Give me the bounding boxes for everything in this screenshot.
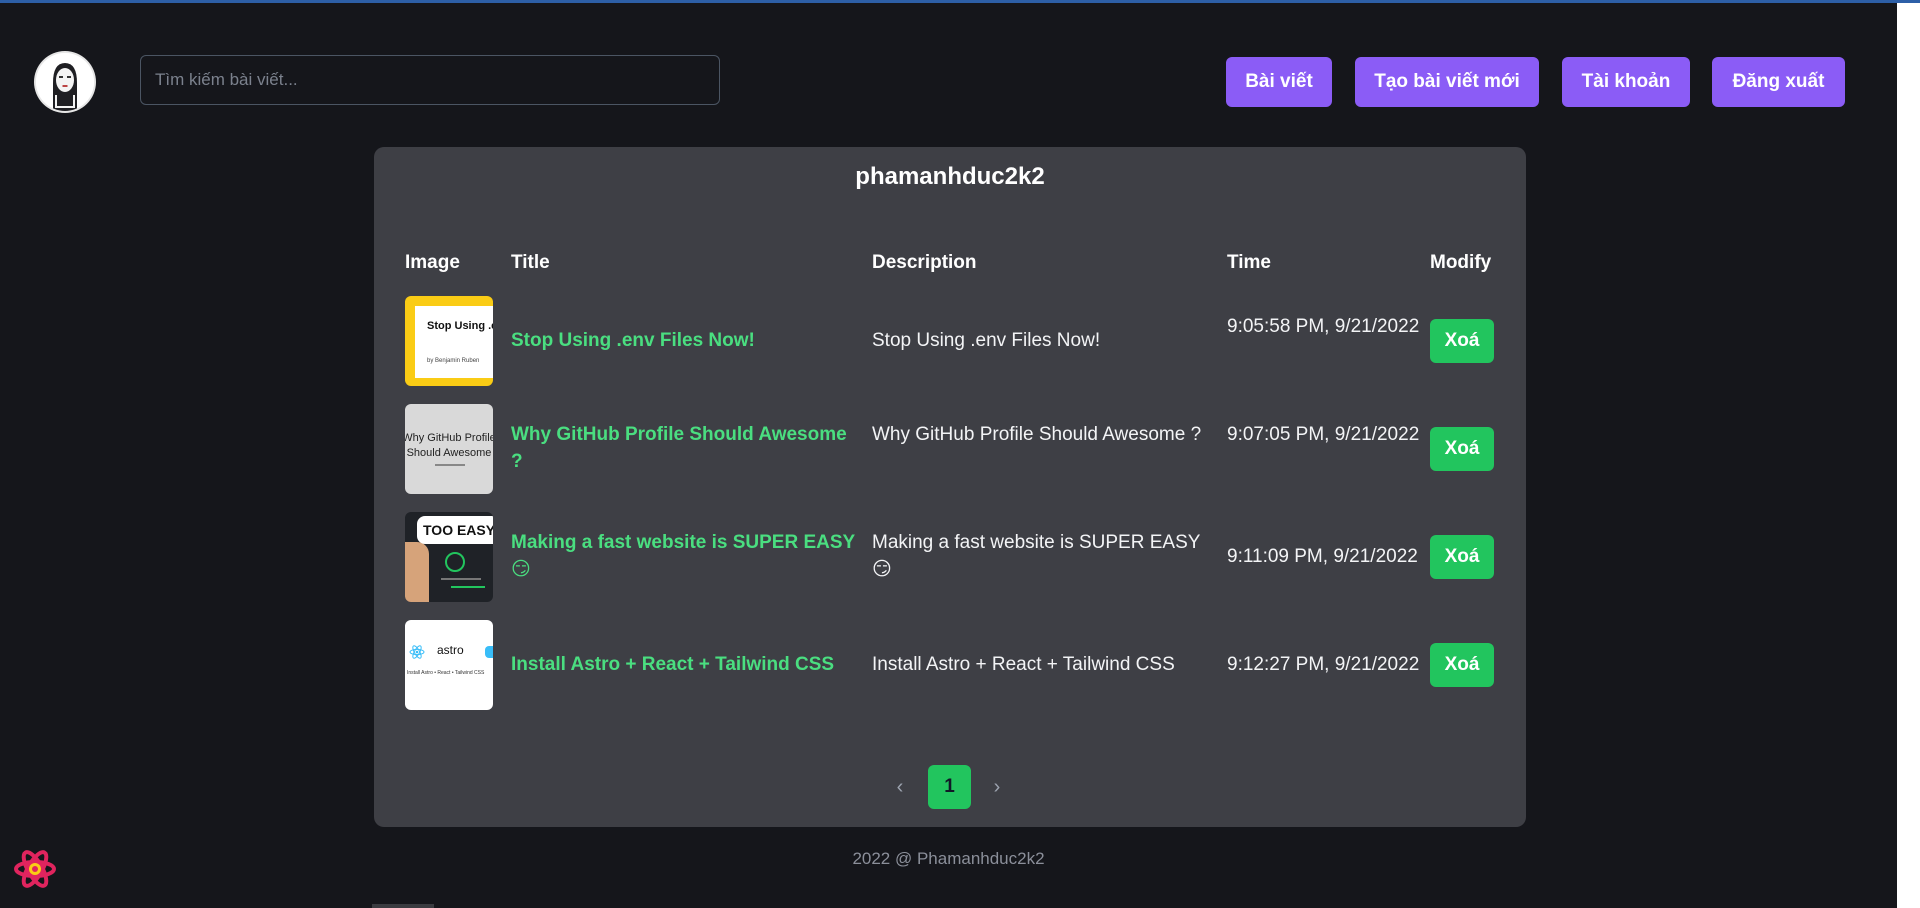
post-description: Making a fast website is SUPER EASY 😏 (872, 532, 1201, 580)
table-row: Stop Using .env Files Now! by Benjamin R… (374, 296, 1526, 386)
delete-button[interactable]: Xoá (1430, 535, 1494, 579)
thumbnail-tailwind-mark (485, 646, 493, 658)
search-input[interactable] (140, 55, 720, 105)
post-time: 9:05:58 PM, 9/21/2022 (1227, 316, 1420, 337)
table-row: astro Install Astro • React • Tailwind C… (374, 620, 1526, 710)
delete-button[interactable]: Xoá (1430, 643, 1494, 687)
thumbnail-text: astro (437, 643, 464, 657)
avatar-image (36, 53, 94, 111)
column-header-description: Description (872, 252, 977, 273)
thumbnail-subtext: Install Astro • React • Tailwind CSS (407, 670, 485, 676)
bottom-scroll-indicator (372, 904, 434, 908)
post-description: Stop Using .env Files Now! (872, 330, 1101, 351)
post-thumbnail[interactable]: TOO EASY (405, 512, 493, 602)
thumbnail-line (451, 586, 485, 588)
thumbnail-text: Why GitHub Profile Should Awesome (405, 432, 493, 459)
delete-button[interactable]: Xoá (1430, 427, 1494, 471)
posts-card: phamanhduc2k2 Image Title Description Ti… (374, 147, 1526, 827)
post-time: 9:11:09 PM, 9/21/2022 (1227, 546, 1418, 567)
create-post-button[interactable]: Tạo bài viết mới (1355, 57, 1539, 107)
thumbnail-card: Stop Using .env Files Now! by Benjamin R… (415, 306, 493, 378)
footer-text: 2022 @ Phamanhduc2k2 (852, 849, 1045, 868)
post-time: 9:07:05 PM, 9/21/2022 (1227, 424, 1420, 445)
scrollbar-track[interactable] (1897, 3, 1920, 908)
table-row: TOO EASY Making a fast website is SUPER … (374, 512, 1526, 602)
thumbnail-text: Stop Using .env Files Now! (427, 320, 493, 332)
post-title-link[interactable]: Making a fast website is SUPER EASY 😏 (511, 529, 856, 583)
thumbnail-subtext: by Benjamin Ruben (427, 358, 480, 364)
page-number-current[interactable]: 1 (928, 765, 971, 809)
react-logo-icon (409, 645, 425, 659)
next-page-icon[interactable]: › (985, 775, 1009, 799)
thumbnail-badge (445, 552, 465, 572)
thumbnail-text: TOO EASY (417, 516, 493, 544)
column-header-modify: Modify (1430, 252, 1492, 273)
post-time: 9:12:27 PM, 9/21/2022 (1227, 654, 1420, 675)
account-button[interactable]: Tài khoản (1562, 57, 1690, 107)
post-description: Why GitHub Profile Should Awesome ? (872, 424, 1202, 445)
profile-username: phamanhduc2k2 (855, 163, 1045, 190)
column-header-title: Title (511, 252, 550, 273)
post-thumbnail[interactable]: Stop Using .env Files Now! by Benjamin R… (405, 296, 493, 386)
thumbnail-underline (435, 464, 465, 466)
column-header-time: Time (1227, 252, 1272, 273)
thumbnail-person (405, 542, 429, 602)
prev-page-icon[interactable]: ‹ (888, 775, 912, 799)
posts-button[interactable]: Bài viết (1226, 57, 1332, 107)
table-row: Why GitHub Profile Should Awesome Why Gi… (374, 404, 1526, 494)
react-devtools-icon[interactable] (14, 848, 56, 890)
thumbnail-line (441, 578, 481, 580)
post-thumbnail[interactable]: astro Install Astro • React • Tailwind C… (405, 620, 493, 710)
browser-top-line (0, 0, 1920, 3)
avatar[interactable] (36, 53, 94, 111)
column-header-image: Image (405, 252, 460, 273)
post-title-link[interactable]: Why GitHub Profile Should Awesome ? (511, 421, 856, 475)
post-title-link[interactable]: Install Astro + React + Tailwind CSS (511, 651, 856, 678)
post-description: Install Astro + React + Tailwind CSS (872, 654, 1175, 675)
post-thumbnail[interactable]: Why GitHub Profile Should Awesome (405, 404, 493, 494)
post-title-link[interactable]: Stop Using .env Files Now! (511, 327, 856, 354)
delete-button[interactable]: Xoá (1430, 319, 1494, 363)
logout-button[interactable]: Đăng xuất (1712, 57, 1845, 107)
